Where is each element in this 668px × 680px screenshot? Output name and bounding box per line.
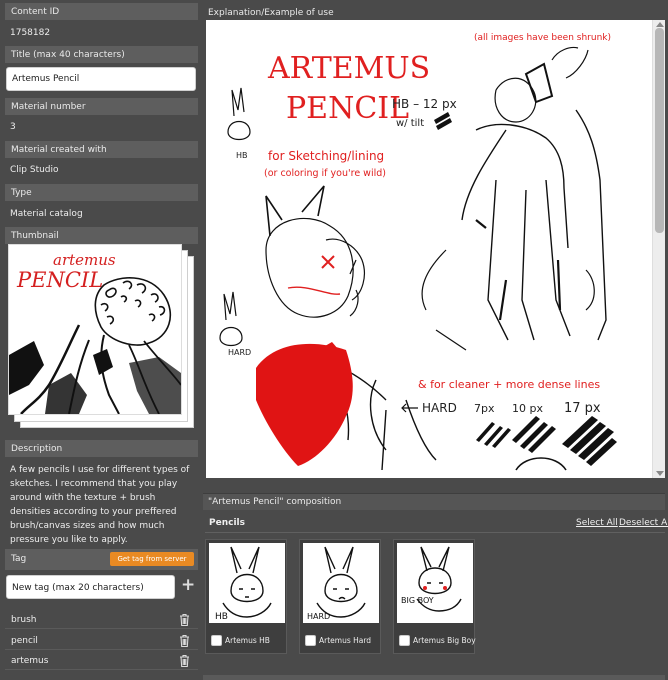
thumbnail-text-1: artemus [53, 251, 116, 269]
thumbnail-image: artemus PENCIL [8, 244, 182, 415]
type-header: Type [5, 184, 198, 201]
thumbnail-stack[interactable]: artemus PENCIL [8, 244, 196, 430]
title-header: Title (max 40 characters) [5, 46, 198, 63]
tag-label: pencil [11, 636, 38, 646]
bunny-preview-art: HB [215, 546, 272, 622]
art-use-2: (or coloring if you're wild) [264, 168, 386, 179]
new-tag-input[interactable]: New tag (max 20 characters) [6, 575, 175, 599]
tag-label: brush [11, 615, 37, 625]
material-card[interactable]: BIG BOY Artemus Big Boy [393, 539, 476, 654]
art-note: (all images have been shrunk) [474, 33, 611, 43]
tag-label: artemus [11, 656, 49, 666]
art-hard-arrow: HARD [422, 401, 457, 415]
scroll-down-arrow-icon[interactable] [656, 471, 664, 476]
title-input-value: Artemus Pencil [12, 74, 80, 84]
material-number-value: 3 [10, 122, 16, 132]
trash-icon[interactable] [179, 634, 190, 647]
created-with-value: Clip Studio [10, 165, 59, 175]
art-size-7: 7px [474, 402, 495, 415]
art-cleaner: & for cleaner + more dense lines [418, 378, 600, 391]
explanation-scrollbar[interactable] [652, 20, 665, 478]
bunny-preview-art: HARD [307, 546, 366, 621]
bunny-preview-art: BIG BOY [401, 546, 462, 612]
preview-blush-dot [423, 586, 427, 590]
art-hard-label: HARD [228, 348, 251, 357]
tag-row: brush [5, 611, 198, 629]
select-all-link[interactable]: Select All [576, 518, 618, 528]
art-use-1: for Sketching/lining [268, 149, 384, 163]
content-id-value: 1758182 [10, 28, 51, 38]
art-tilt: w/ tilt [396, 118, 424, 129]
material-card[interactable]: HARD Artemus Hard [299, 539, 381, 654]
explanation-image-viewer[interactable]: ARTEMUS PENCIL (all images have been shr… [206, 20, 665, 478]
material-name: Artemus Hard [319, 636, 372, 645]
art-title-1: ARTEMUS [267, 51, 430, 86]
material-preview: BIG BOY [397, 543, 473, 623]
scroll-thumb[interactable] [655, 28, 664, 233]
properties-panel: Content ID 1758182 Title (max 40 charact… [0, 0, 201, 680]
material-checkbox[interactable] [305, 635, 316, 646]
preview-tag-text: HARD [307, 612, 330, 621]
explanation-header: Explanation/Example of use [208, 8, 334, 18]
trash-icon[interactable] [179, 613, 190, 626]
thumbnail-header: Thumbnail [5, 227, 198, 244]
material-checkbox[interactable] [211, 635, 222, 646]
material-card[interactable]: HB Artemus HB [205, 539, 287, 654]
art-red-x [287, 255, 341, 295]
art-hb-label: HB [236, 151, 248, 160]
created-with-header: Material created with [5, 141, 198, 158]
art-size-17: 17 px [564, 401, 601, 416]
thumbnail-artwork: artemus PENCIL [9, 251, 181, 414]
bottom-edge-bar [203, 675, 665, 680]
divider [205, 532, 665, 533]
material-name: Artemus Big Boy [413, 636, 476, 645]
trash-icon[interactable] [179, 654, 190, 667]
explanation-artwork: ARTEMUS PENCIL (all images have been shr… [219, 33, 617, 471]
title-input[interactable]: Artemus Pencil [6, 67, 196, 91]
tag-row: pencil [5, 632, 198, 650]
material-number-header: Material number [5, 98, 198, 115]
type-value: Material catalog [10, 209, 83, 219]
thumbnail-text-2: PENCIL [16, 268, 103, 292]
plus-icon[interactable]: + [181, 577, 195, 594]
art-title-2: PENCIL [286, 91, 409, 126]
deselect-all-link[interactable]: Deselect All [619, 518, 668, 528]
description-header: Description [5, 440, 198, 457]
art-hb-size: HB – 12 px [392, 97, 457, 111]
material-name: Artemus HB [225, 636, 270, 645]
material-preview: HARD [303, 543, 379, 623]
preview-tag-text: BIG BOY [401, 596, 434, 605]
new-tag-placeholder: New tag (max 20 characters) [12, 583, 144, 593]
get-tag-from-server-button[interactable]: Get tag from server [110, 552, 194, 566]
description-text: A few pencils I use for different types … [10, 465, 190, 545]
composition-header: "Artemus Pencil" composition [203, 493, 665, 510]
material-preview: HB [209, 543, 285, 623]
pencils-group-label: Pencils [209, 518, 245, 528]
tag-row: artemus [5, 652, 198, 670]
art-size-10: 10 px [512, 402, 543, 415]
scroll-up-arrow-icon[interactable] [656, 22, 664, 27]
preview-tag-text: HB [215, 612, 228, 622]
art-red-cape [256, 343, 353, 466]
preview-blush-dot [443, 586, 447, 590]
content-id-header: Content ID [5, 3, 198, 20]
material-checkbox[interactable] [399, 635, 410, 646]
